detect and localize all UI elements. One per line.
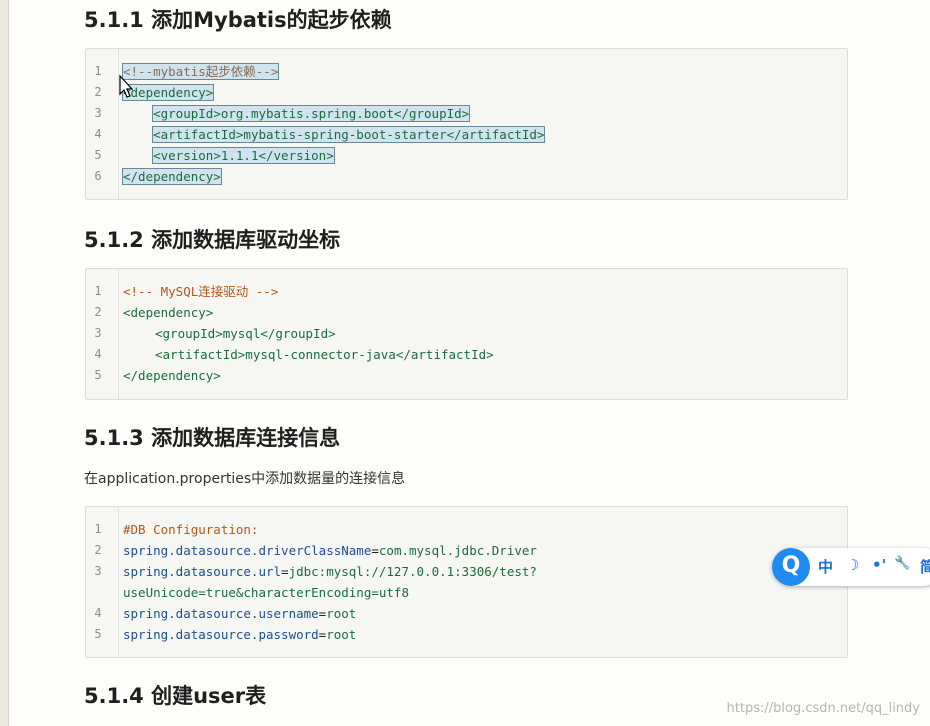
- code-line: 2 spring.datasource.driverClassName=com.m…: [94, 543, 537, 558]
- code-block-mysql-driver[interactable]: 1 <!-- MySQL连接驱动 --> 2 <dependency> 3 <grou…: [85, 268, 848, 400]
- section-heading-5-1-1: 5.1.1 添加Mybatis的起步依赖: [84, 8, 392, 32]
- language-toggle-button[interactable]: 中: [818, 556, 833, 577]
- code-line: 3 <groupId>org.mybatis.spring.boot</grou…: [94, 105, 471, 122]
- code-block-db-configuration[interactable]: 1 #DB Configuration: 2 spring.datasource.d…: [85, 506, 848, 658]
- code-line: 5 spring.datasource.password=root: [94, 627, 357, 642]
- code-line: 3 spring.datasource.url=jdbc:mysql://127.…: [94, 564, 537, 579]
- punctuation-icon[interactable]: •': [872, 556, 886, 574]
- code-line: 1 <!--mybatis起步依赖-->: [94, 63, 280, 80]
- code-line: 4 spring.datasource.username=root: [94, 606, 357, 621]
- code-line: 4 <artifactId>mybatis-spring-boot-starte…: [94, 126, 546, 143]
- floating-input-toolbar[interactable]: Q 中 ☽ •' 🔧 简: [772, 548, 930, 586]
- code-line: 6 </dependency>: [94, 168, 222, 185]
- more-options-icon[interactable]: 简: [920, 556, 930, 577]
- code-block-mybatis-dependency[interactable]: 1 <!--mybatis起步依赖--> 2 <dependency> 3 <gro…: [85, 48, 848, 200]
- mouse-pointer-icon: [119, 74, 133, 98]
- code-line-wrapped: useUnicode=true&characterEncoding=utf8: [123, 585, 409, 600]
- wrench-icon[interactable]: 🔧: [894, 556, 910, 571]
- code-line: 3 <groupId>mysql</groupId>: [94, 326, 336, 341]
- code-line: 4 <artifactId>mysql-connector-java</artif…: [94, 347, 494, 362]
- section-heading-5-1-2: 5.1.2 添加数据库驱动坐标: [84, 228, 341, 252]
- code-line: 2 <dependency>: [94, 84, 215, 101]
- section-description: 在application.properties中添加数据量的连接信息: [84, 471, 406, 487]
- code-line: 5 </dependency>: [94, 368, 221, 383]
- code-line: 1 <!-- MySQL连接驱动 -->: [94, 284, 279, 299]
- code-line: 2 <dependency>: [94, 305, 214, 320]
- toolbar-logo-icon[interactable]: Q: [772, 548, 810, 586]
- left-scroll-rail: [0, 0, 9, 726]
- watermark: https://blog.csdn.net/qq_lindy: [726, 701, 920, 716]
- section-heading-5-1-3: 5.1.3 添加数据库连接信息: [84, 426, 341, 450]
- code-line: 1 #DB Configuration:: [94, 522, 259, 537]
- moon-icon[interactable]: ☽: [846, 556, 859, 574]
- code-line: 5 <version>1.1.1</version>: [94, 147, 335, 164]
- section-heading-5-1-4: 5.1.4 创建user表: [84, 684, 267, 708]
